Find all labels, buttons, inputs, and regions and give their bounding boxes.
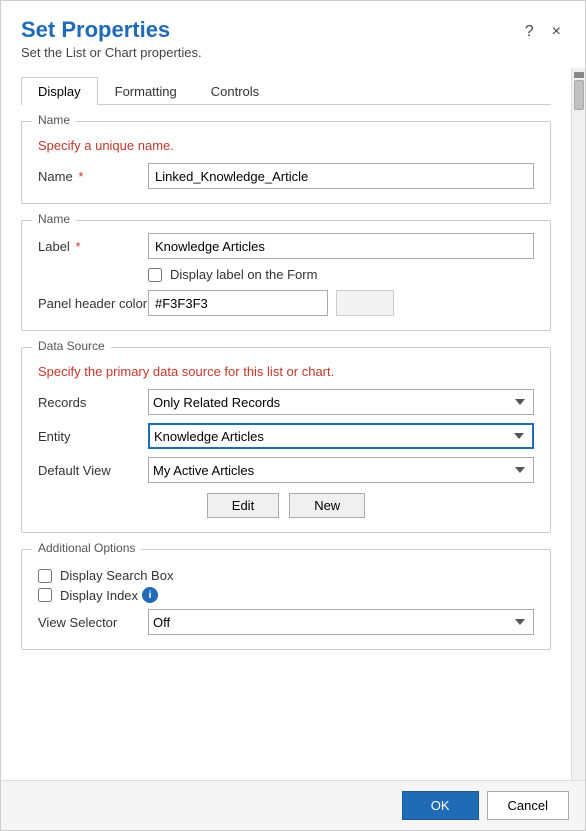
default-view-row: Default View My Active Articles Active A… bbox=[38, 457, 534, 483]
label-row: Label * bbox=[38, 233, 534, 259]
title-block: Set Properties Set the List or Chart pro… bbox=[21, 17, 202, 60]
side-scrollbar[interactable] bbox=[571, 68, 585, 780]
panel-color-row: Panel header color bbox=[38, 290, 534, 316]
dialog-title: Set Properties bbox=[21, 17, 202, 43]
ok-button[interactable]: OK bbox=[402, 791, 479, 820]
entity-row: Entity Knowledge Articles Cases Contacts bbox=[38, 423, 534, 449]
additional-options-legend: Additional Options bbox=[32, 541, 141, 555]
display-index-checkbox[interactable] bbox=[38, 588, 52, 602]
display-index-label: Display Index bbox=[60, 588, 138, 603]
edit-button[interactable]: Edit bbox=[207, 493, 279, 518]
help-button[interactable]: ? bbox=[521, 21, 538, 43]
tab-formatting[interactable]: Formatting bbox=[98, 77, 194, 105]
tab-display[interactable]: Display bbox=[21, 77, 98, 105]
data-source-section: Data Source Specify the primary data sou… bbox=[21, 347, 551, 533]
label-section-legend: Name bbox=[32, 212, 76, 226]
display-index-row: Display Index i bbox=[38, 587, 534, 603]
additional-options-section: Additional Options Display Search Box Di… bbox=[21, 549, 551, 650]
name-required-star: * bbox=[78, 169, 83, 184]
display-label-checkbox[interactable] bbox=[148, 268, 162, 282]
dialog-subtitle: Set the List or Chart properties. bbox=[21, 45, 202, 60]
scroll-thumb[interactable] bbox=[574, 80, 584, 110]
records-row: Records Only Related Records All Record … bbox=[38, 389, 534, 415]
dialog-footer: OK Cancel bbox=[1, 780, 585, 830]
dialog-header: Set Properties Set the List or Chart pro… bbox=[1, 1, 585, 68]
close-button[interactable]: × bbox=[548, 21, 565, 43]
panel-color-label: Panel header color bbox=[38, 296, 148, 311]
label-required-star: * bbox=[75, 239, 80, 254]
edit-new-row: Edit New bbox=[38, 493, 534, 518]
data-source-desc: Specify the primary data source for this… bbox=[38, 364, 534, 379]
display-label-text: Display label on the Form bbox=[170, 267, 317, 282]
label-section: Name Label * Display label on the Form P… bbox=[21, 220, 551, 331]
default-view-label: Default View bbox=[38, 463, 148, 478]
new-button[interactable]: New bbox=[289, 493, 365, 518]
cancel-button[interactable]: Cancel bbox=[487, 791, 569, 820]
default-view-select[interactable]: My Active Articles Active Articles All A… bbox=[148, 457, 534, 483]
name-label: Name * bbox=[38, 169, 148, 184]
display-search-box-row: Display Search Box bbox=[38, 568, 534, 583]
dialog-container: Set Properties Set the List or Chart pro… bbox=[0, 0, 586, 831]
dialog-body: Display Formatting Controls Name Specify… bbox=[1, 68, 571, 780]
display-search-box-checkbox[interactable] bbox=[38, 569, 52, 583]
label-input[interactable] bbox=[148, 233, 534, 259]
name-section: Name Specify a unique name. Name * bbox=[21, 121, 551, 204]
label-label: Label * bbox=[38, 239, 148, 254]
view-selector-select[interactable]: Off Show All Views Show Selected Views bbox=[148, 609, 534, 635]
display-index-info-icon[interactable]: i bbox=[142, 587, 158, 603]
name-section-desc: Specify a unique name. bbox=[38, 138, 534, 153]
records-label: Records bbox=[38, 395, 148, 410]
color-preview-swatch bbox=[336, 290, 394, 316]
display-label-row: Display label on the Form bbox=[148, 267, 534, 282]
view-selector-label: View Selector bbox=[38, 615, 148, 630]
tabs-bar: Display Formatting Controls bbox=[21, 76, 551, 105]
name-section-legend: Name bbox=[32, 113, 76, 127]
entity-label: Entity bbox=[38, 429, 148, 444]
display-search-box-label: Display Search Box bbox=[60, 568, 173, 583]
tab-controls[interactable]: Controls bbox=[194, 77, 276, 105]
data-source-legend: Data Source bbox=[32, 339, 111, 353]
entity-select[interactable]: Knowledge Articles Cases Contacts bbox=[148, 423, 534, 449]
panel-color-input[interactable] bbox=[148, 290, 328, 316]
name-input[interactable] bbox=[148, 163, 534, 189]
name-row: Name * bbox=[38, 163, 534, 189]
records-select[interactable]: Only Related Records All Record Types bbox=[148, 389, 534, 415]
view-selector-row: View Selector Off Show All Views Show Se… bbox=[38, 609, 534, 635]
header-actions: ? × bbox=[521, 17, 565, 43]
